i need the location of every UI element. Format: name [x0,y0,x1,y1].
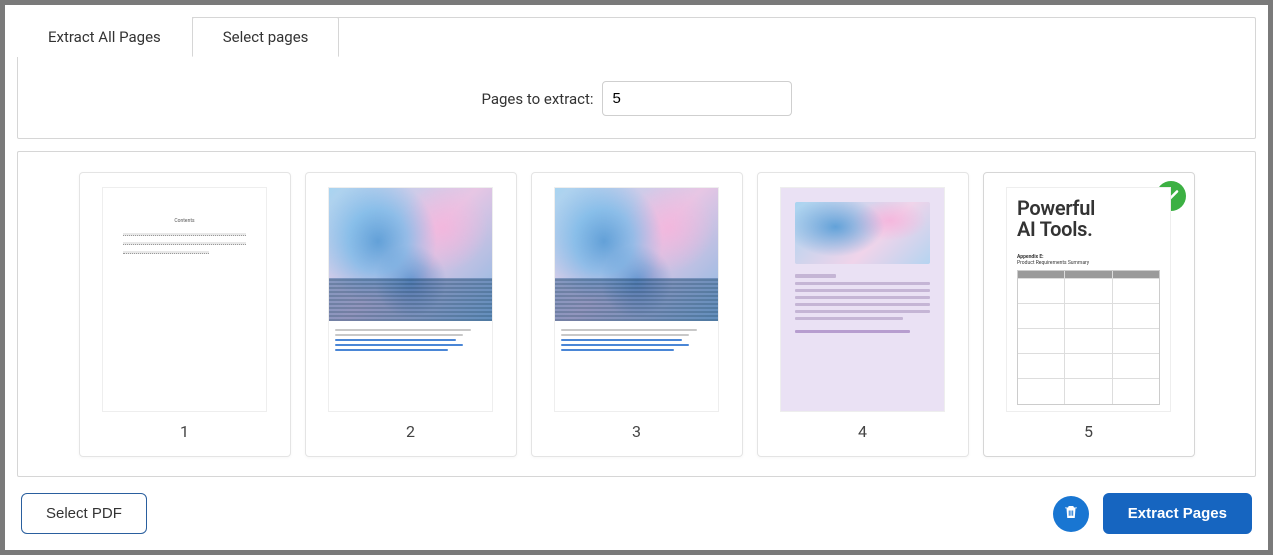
page-thumbnail-3[interactable]: 3 [531,172,743,457]
page-number: 2 [406,412,415,441]
page-preview [328,187,493,412]
page-number: 5 [1084,412,1093,441]
preview-appendix-title: Product Requirements Summary [1017,260,1160,266]
page-thumbnail-1[interactable]: Contents 1 [79,172,291,457]
tab-extract-all[interactable]: Extract All Pages [17,17,192,57]
page-preview: Contents [102,187,267,412]
pages-to-extract-label: Pages to extract: [481,90,593,108]
preview-heading-1: Powerful [1017,198,1160,219]
delete-button[interactable] [1053,496,1089,532]
select-pages-panel: Pages to extract: [18,57,1255,124]
extract-config-panel: Extract All Pages Select pages Pages to … [17,17,1256,139]
select-pdf-button[interactable]: Select PDF [21,493,147,534]
trash-icon [1062,503,1080,524]
page-thumbnail-4[interactable]: 4 [757,172,969,457]
page-extract-dialog: Extract All Pages Select pages Pages to … [5,5,1268,550]
page-number: 4 [858,412,867,441]
page-preview: Powerful AI Tools. Appendix E: Product R… [1006,187,1171,412]
footer-actions: Select PDF Extract Pages [17,489,1256,538]
page-thumbnail-5[interactable]: Powerful AI Tools. Appendix E: Product R… [983,172,1195,457]
page-thumbnails: Contents 1 2 [17,151,1256,477]
page-number: 3 [632,412,641,441]
pages-to-extract-input[interactable] [602,81,792,116]
page-preview [554,187,719,412]
page-preview [780,187,945,412]
preview-heading-2: AI Tools. [1017,219,1160,240]
page-number: 1 [180,412,189,441]
tabs: Extract All Pages Select pages [17,17,1255,57]
page-thumbnail-2[interactable]: 2 [305,172,517,457]
tab-select-pages[interactable]: Select pages [192,17,340,57]
extract-pages-button[interactable]: Extract Pages [1103,493,1252,534]
